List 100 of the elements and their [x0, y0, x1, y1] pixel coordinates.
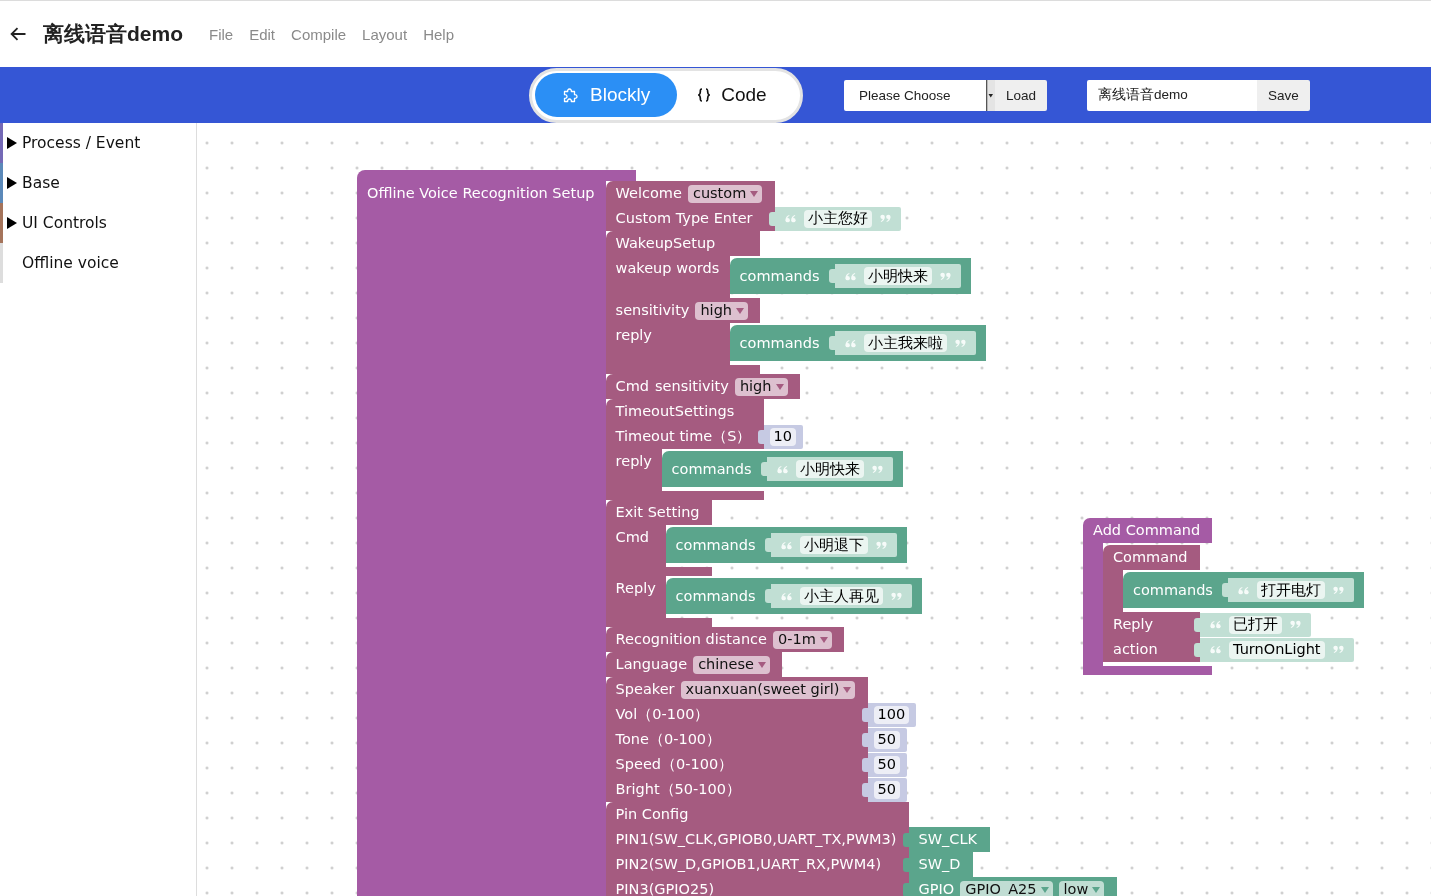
quote-close-icon: [939, 271, 951, 281]
setting-block[interactable]: Recognition distance 0-1m: [605, 627, 844, 652]
block-label: commands: [675, 537, 756, 553]
text-field[interactable]: 小主您好: [803, 209, 872, 228]
setting-block[interactable]: Command commands 打开电灯 Reply 已打开 action TurnOnLight: [1103, 545, 1364, 662]
project-select[interactable]: Please Choose: [844, 79, 995, 111]
block-label: commands: [671, 461, 752, 477]
dropdown-field[interactable]: GPIO_A25: [960, 880, 1053, 896]
quote-open-icon: [1210, 645, 1221, 654]
block-label: Offline Voice Recognition Setup: [367, 184, 595, 203]
quote-open-icon: [780, 540, 792, 550]
text-field[interactable]: 小明快来: [795, 460, 864, 478]
block-label: Reply: [1113, 617, 1154, 632]
block-label: commands: [739, 335, 820, 351]
text-field[interactable]: TurnOnLight: [1229, 640, 1325, 659]
setting-block[interactable]: Speaker xuanxuan(sweet girl) Vol（0-100） 100 Tone（0-100） 50 Speed（0-100） 50 Bright（50-100） 50: [605, 677, 917, 802]
block-label: sensitivity: [655, 379, 729, 394]
quote-open-icon: [1210, 620, 1221, 629]
setting-block[interactable]: Exit Setting Cmd commands 小明退下 Reply commands 小主人再见: [605, 500, 922, 627]
number-field[interactable]: 50: [873, 780, 901, 799]
dropdown-field[interactable]: xuanxuan(sweet girl): [680, 680, 856, 699]
block-label: wakeup words: [615, 259, 720, 278]
quote-close-icon: [879, 214, 891, 223]
menu-item[interactable]: Help: [423, 25, 454, 43]
dropdown-field[interactable]: high: [734, 377, 788, 396]
commands-block[interactable]: commands 小明快来: [661, 451, 903, 487]
puzzle-piece-icon: [563, 87, 579, 103]
setting-block[interactable]: TimeoutSettings Timeout time（S） 10 reply commands 小明快来: [605, 399, 903, 500]
block-label: Speaker: [615, 682, 675, 697]
text-field[interactable]: 小明退下: [799, 536, 868, 554]
setting-block[interactable]: Pin Config PIN1(SW_CLK,GPIOB0,UART_TX,PWM3) SW_CLK PIN2(SW_D,GPIOB1,UART_RX,PWM4) SW_D PIN3(GPIO25) GPIO GPIO_A25 low: [605, 802, 1117, 896]
quote-close-icon: [871, 464, 883, 474]
container-block[interactable]: Add Command Command commands 打开电灯 Reply 已打开 action TurnOnLight: [1083, 518, 1364, 675]
setting-block[interactable]: Cmd sensitivity high: [605, 374, 800, 399]
quote-open-icon: [844, 338, 856, 348]
block-label: Reply: [615, 579, 656, 598]
quote-open-icon: [784, 214, 796, 223]
load-button[interactable]: Load: [995, 79, 1048, 111]
quote-close-icon: [875, 540, 887, 550]
quote-open-icon: [776, 464, 788, 474]
block-label: Custom Type Enter: [615, 211, 753, 226]
block-label: commands: [675, 588, 756, 604]
commands-block[interactable]: commands 打开电灯: [1123, 572, 1364, 608]
block-label: Cmd: [615, 528, 651, 547]
number-field[interactable]: 10: [769, 427, 797, 446]
block-label: Bright（50-100）: [615, 782, 741, 797]
text-field[interactable]: 小主我来啦: [863, 334, 947, 352]
block-label: Add Command: [1093, 523, 1201, 538]
quote-close-icon: [1332, 645, 1344, 654]
menu-item[interactable]: Edit: [249, 25, 276, 43]
menu-item[interactable]: Compile: [291, 25, 347, 43]
setting-block[interactable]: Welcome custom Custom Type Enter 小主您好: [605, 181, 901, 231]
dropdown-field[interactable]: chinese: [693, 655, 770, 674]
commands-block[interactable]: commands 小明快来: [729, 258, 971, 294]
setting-block[interactable]: Language chinese: [605, 652, 782, 677]
number-field[interactable]: 50: [873, 755, 901, 774]
block-label: GPIO: [918, 882, 955, 896]
save-button[interactable]: Save: [1257, 79, 1310, 111]
text-field[interactable]: 小明快来: [863, 267, 932, 285]
text-field[interactable]: 小主人再见: [799, 587, 883, 605]
number-field[interactable]: 100: [873, 705, 910, 724]
block-label: SW_D: [918, 857, 961, 872]
back-button[interactable]: [10, 27, 26, 41]
caret-icon: [750, 190, 759, 197]
caret-icon: [1092, 886, 1101, 893]
block-label: Tone（0-100）: [615, 732, 722, 747]
commands-block[interactable]: commands 小明退下: [665, 527, 907, 563]
block-label: Vol（0-100）: [615, 707, 710, 722]
braces-icon: [698, 88, 711, 102]
block-label: Language: [615, 657, 688, 672]
menu-item[interactable]: Layout: [362, 25, 408, 43]
block-label: Welcome: [615, 186, 682, 201]
block-label: Speed（0-100）: [615, 757, 734, 772]
text-field[interactable]: 打开电灯: [1256, 581, 1325, 599]
view-tab[interactable]: Code: [677, 73, 789, 117]
dropdown-field[interactable]: 0-1m: [773, 630, 832, 649]
block-label: commands: [739, 268, 820, 284]
quote-close-icon: [1332, 585, 1344, 595]
block-label: PIN1(SW_CLK,GPIOB0,UART_TX,PWM3): [615, 832, 897, 847]
commands-block[interactable]: commands 小主我来啦: [729, 325, 986, 361]
block-label: reply: [615, 326, 653, 345]
block-label: SW_CLK: [918, 832, 978, 847]
project-name-field[interactable]: 离线语音demo: [1087, 79, 1258, 111]
number-field[interactable]: 50: [873, 730, 901, 749]
menu-item[interactable]: File: [209, 25, 234, 43]
dropdown-field[interactable]: high: [695, 301, 749, 320]
quote-close-icon: [890, 591, 902, 601]
text-field[interactable]: 已打开: [1229, 615, 1282, 634]
block-label: action: [1113, 642, 1158, 657]
arrow-left-icon: [10, 27, 26, 41]
commands-block[interactable]: commands 小主人再见: [665, 578, 922, 614]
setup-block[interactable]: Offline Voice Recognition Setup: [357, 170, 606, 896]
block-label: Exit Setting: [615, 505, 700, 520]
dropdown-field[interactable]: custom: [687, 184, 763, 203]
quote-open-icon: [1237, 585, 1249, 595]
block-label: Cmd: [615, 379, 650, 394]
caret-icon: [819, 636, 828, 643]
setting-block[interactable]: WakeupSetup wakeup words commands 小明快来 sensitivity high reply commands 小主我来啦: [605, 231, 986, 374]
dropdown-field[interactable]: low: [1058, 880, 1105, 896]
block-label: Timeout time（S）: [615, 429, 752, 444]
